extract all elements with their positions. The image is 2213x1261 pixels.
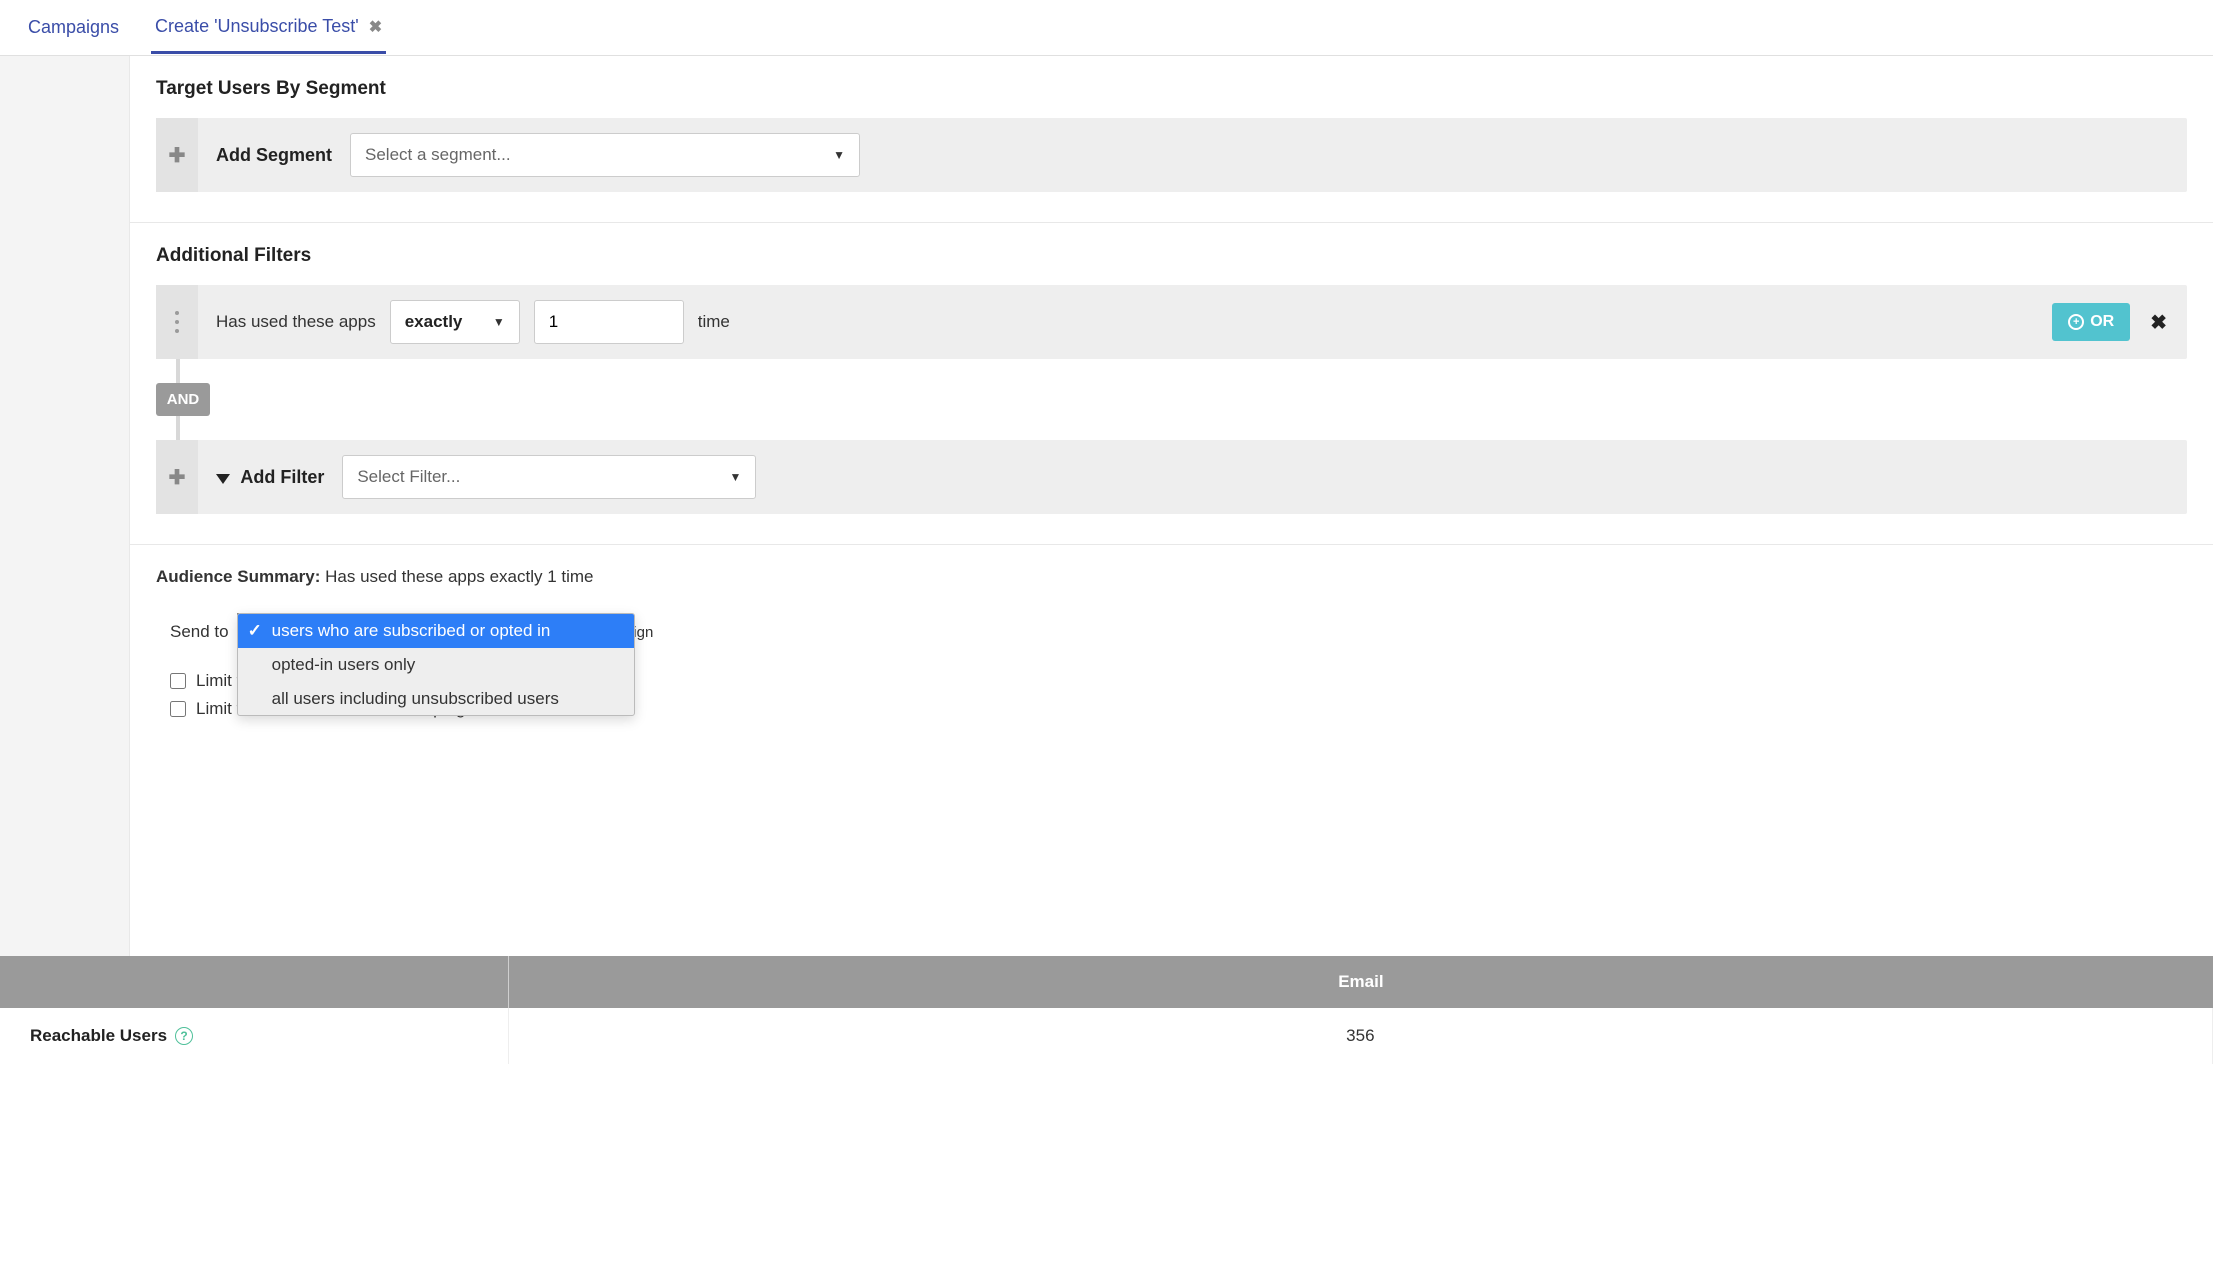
caret-down-icon: ▼ bbox=[729, 470, 741, 484]
add-segment-row: ✚ Add Segment Select a segment... ▼ bbox=[156, 118, 2187, 192]
limit-rate-checkbox[interactable] bbox=[170, 701, 186, 717]
dropdown-option-subscribed[interactable]: users who are subscribed or opted in bbox=[238, 614, 634, 648]
add-segment-label: Add Segment bbox=[198, 145, 350, 166]
audience-summary-line: Audience Summary: Has used these apps ex… bbox=[156, 567, 2187, 587]
add-filter-text: Add Filter bbox=[240, 467, 324, 487]
filter-operator-value: exactly bbox=[405, 312, 463, 332]
filter-type-select[interactable]: Select Filter... ▼ bbox=[342, 455, 756, 499]
send-to-dropdown: users who are subscribed or opted in opt… bbox=[237, 613, 635, 716]
tab-campaigns[interactable]: Campaigns bbox=[24, 3, 123, 52]
reachable-users-table: Email Reachable Users ? 356 bbox=[0, 956, 2213, 1064]
limit-users-checkbox[interactable] bbox=[170, 673, 186, 689]
filter-rule-suffix: time bbox=[684, 312, 744, 332]
segment-select-placeholder: Select a segment... bbox=[365, 145, 511, 165]
remove-filter-icon[interactable]: ✖ bbox=[2150, 310, 2167, 335]
additional-filters-section: Additional Filters Has used these apps e… bbox=[130, 223, 2213, 545]
tab-create-label: Create 'Unsubscribe Test' bbox=[155, 16, 359, 37]
reach-header-blank bbox=[0, 956, 509, 1008]
reach-header-email: Email bbox=[509, 956, 2213, 1008]
segment-select[interactable]: Select a segment... ▼ bbox=[350, 133, 860, 177]
filter-rule-row: Has used these apps exactly ▼ time + OR … bbox=[156, 285, 2187, 359]
audience-summary-label: Audience Summary: bbox=[156, 567, 320, 586]
filter-rule-prefix: Has used these apps bbox=[198, 312, 390, 332]
filter-count-input[interactable] bbox=[534, 300, 684, 344]
add-filter-label: Add Filter bbox=[198, 467, 342, 488]
add-segment-plus[interactable]: ✚ bbox=[156, 118, 198, 192]
close-icon[interactable]: ✖ bbox=[369, 17, 382, 37]
plus-icon: ✚ bbox=[169, 143, 186, 168]
add-filter-plus[interactable]: ✚ bbox=[156, 440, 198, 514]
left-gutter bbox=[0, 56, 130, 956]
dropdown-option-all-users[interactable]: all users including unsubscribed users bbox=[238, 682, 634, 716]
reach-row-value: 356 bbox=[509, 1008, 2213, 1064]
add-filter-row: ✚ Add Filter Select Filter... ▼ bbox=[156, 440, 2187, 514]
plus-icon: ✚ bbox=[169, 465, 186, 490]
caret-down-icon: ▼ bbox=[493, 315, 505, 329]
audience-summary-section: Audience Summary: Has used these apps ex… bbox=[130, 545, 2213, 757]
additional-filters-title: Additional Filters bbox=[156, 245, 2187, 267]
plus-circle-icon: + bbox=[2068, 314, 2084, 330]
send-to-label: Send to bbox=[170, 622, 229, 642]
and-badge: AND bbox=[156, 383, 210, 416]
target-segment-section: Target Users By Segment ✚ Add Segment Se… bbox=[130, 56, 2213, 223]
audience-summary-text: Has used these apps exactly 1 time bbox=[325, 567, 593, 586]
reach-row-label-text: Reachable Users bbox=[30, 1026, 167, 1046]
tab-campaigns-label: Campaigns bbox=[28, 17, 119, 38]
or-button-label: OR bbox=[2090, 313, 2114, 331]
target-segment-title: Target Users By Segment bbox=[156, 78, 2187, 100]
filter-type-placeholder: Select Filter... bbox=[357, 467, 460, 487]
dropdown-option-opted-in[interactable]: opted-in users only bbox=[238, 648, 634, 682]
help-icon[interactable]: ? bbox=[175, 1027, 193, 1045]
drag-dots-icon bbox=[175, 311, 179, 333]
drag-handle[interactable] bbox=[156, 285, 198, 359]
caret-down-icon: ▼ bbox=[833, 148, 845, 162]
or-button[interactable]: + OR bbox=[2052, 303, 2130, 341]
tab-bar: Campaigns Create 'Unsubscribe Test' ✖ bbox=[0, 0, 2213, 56]
funnel-icon bbox=[216, 474, 230, 484]
tab-create-unsubscribe[interactable]: Create 'Unsubscribe Test' ✖ bbox=[151, 2, 386, 54]
reach-row-label: Reachable Users ? bbox=[0, 1008, 509, 1064]
send-to-row: Send to users who are subscribed or opte… bbox=[170, 613, 2187, 651]
filter-operator-select[interactable]: exactly ▼ bbox=[390, 300, 520, 344]
